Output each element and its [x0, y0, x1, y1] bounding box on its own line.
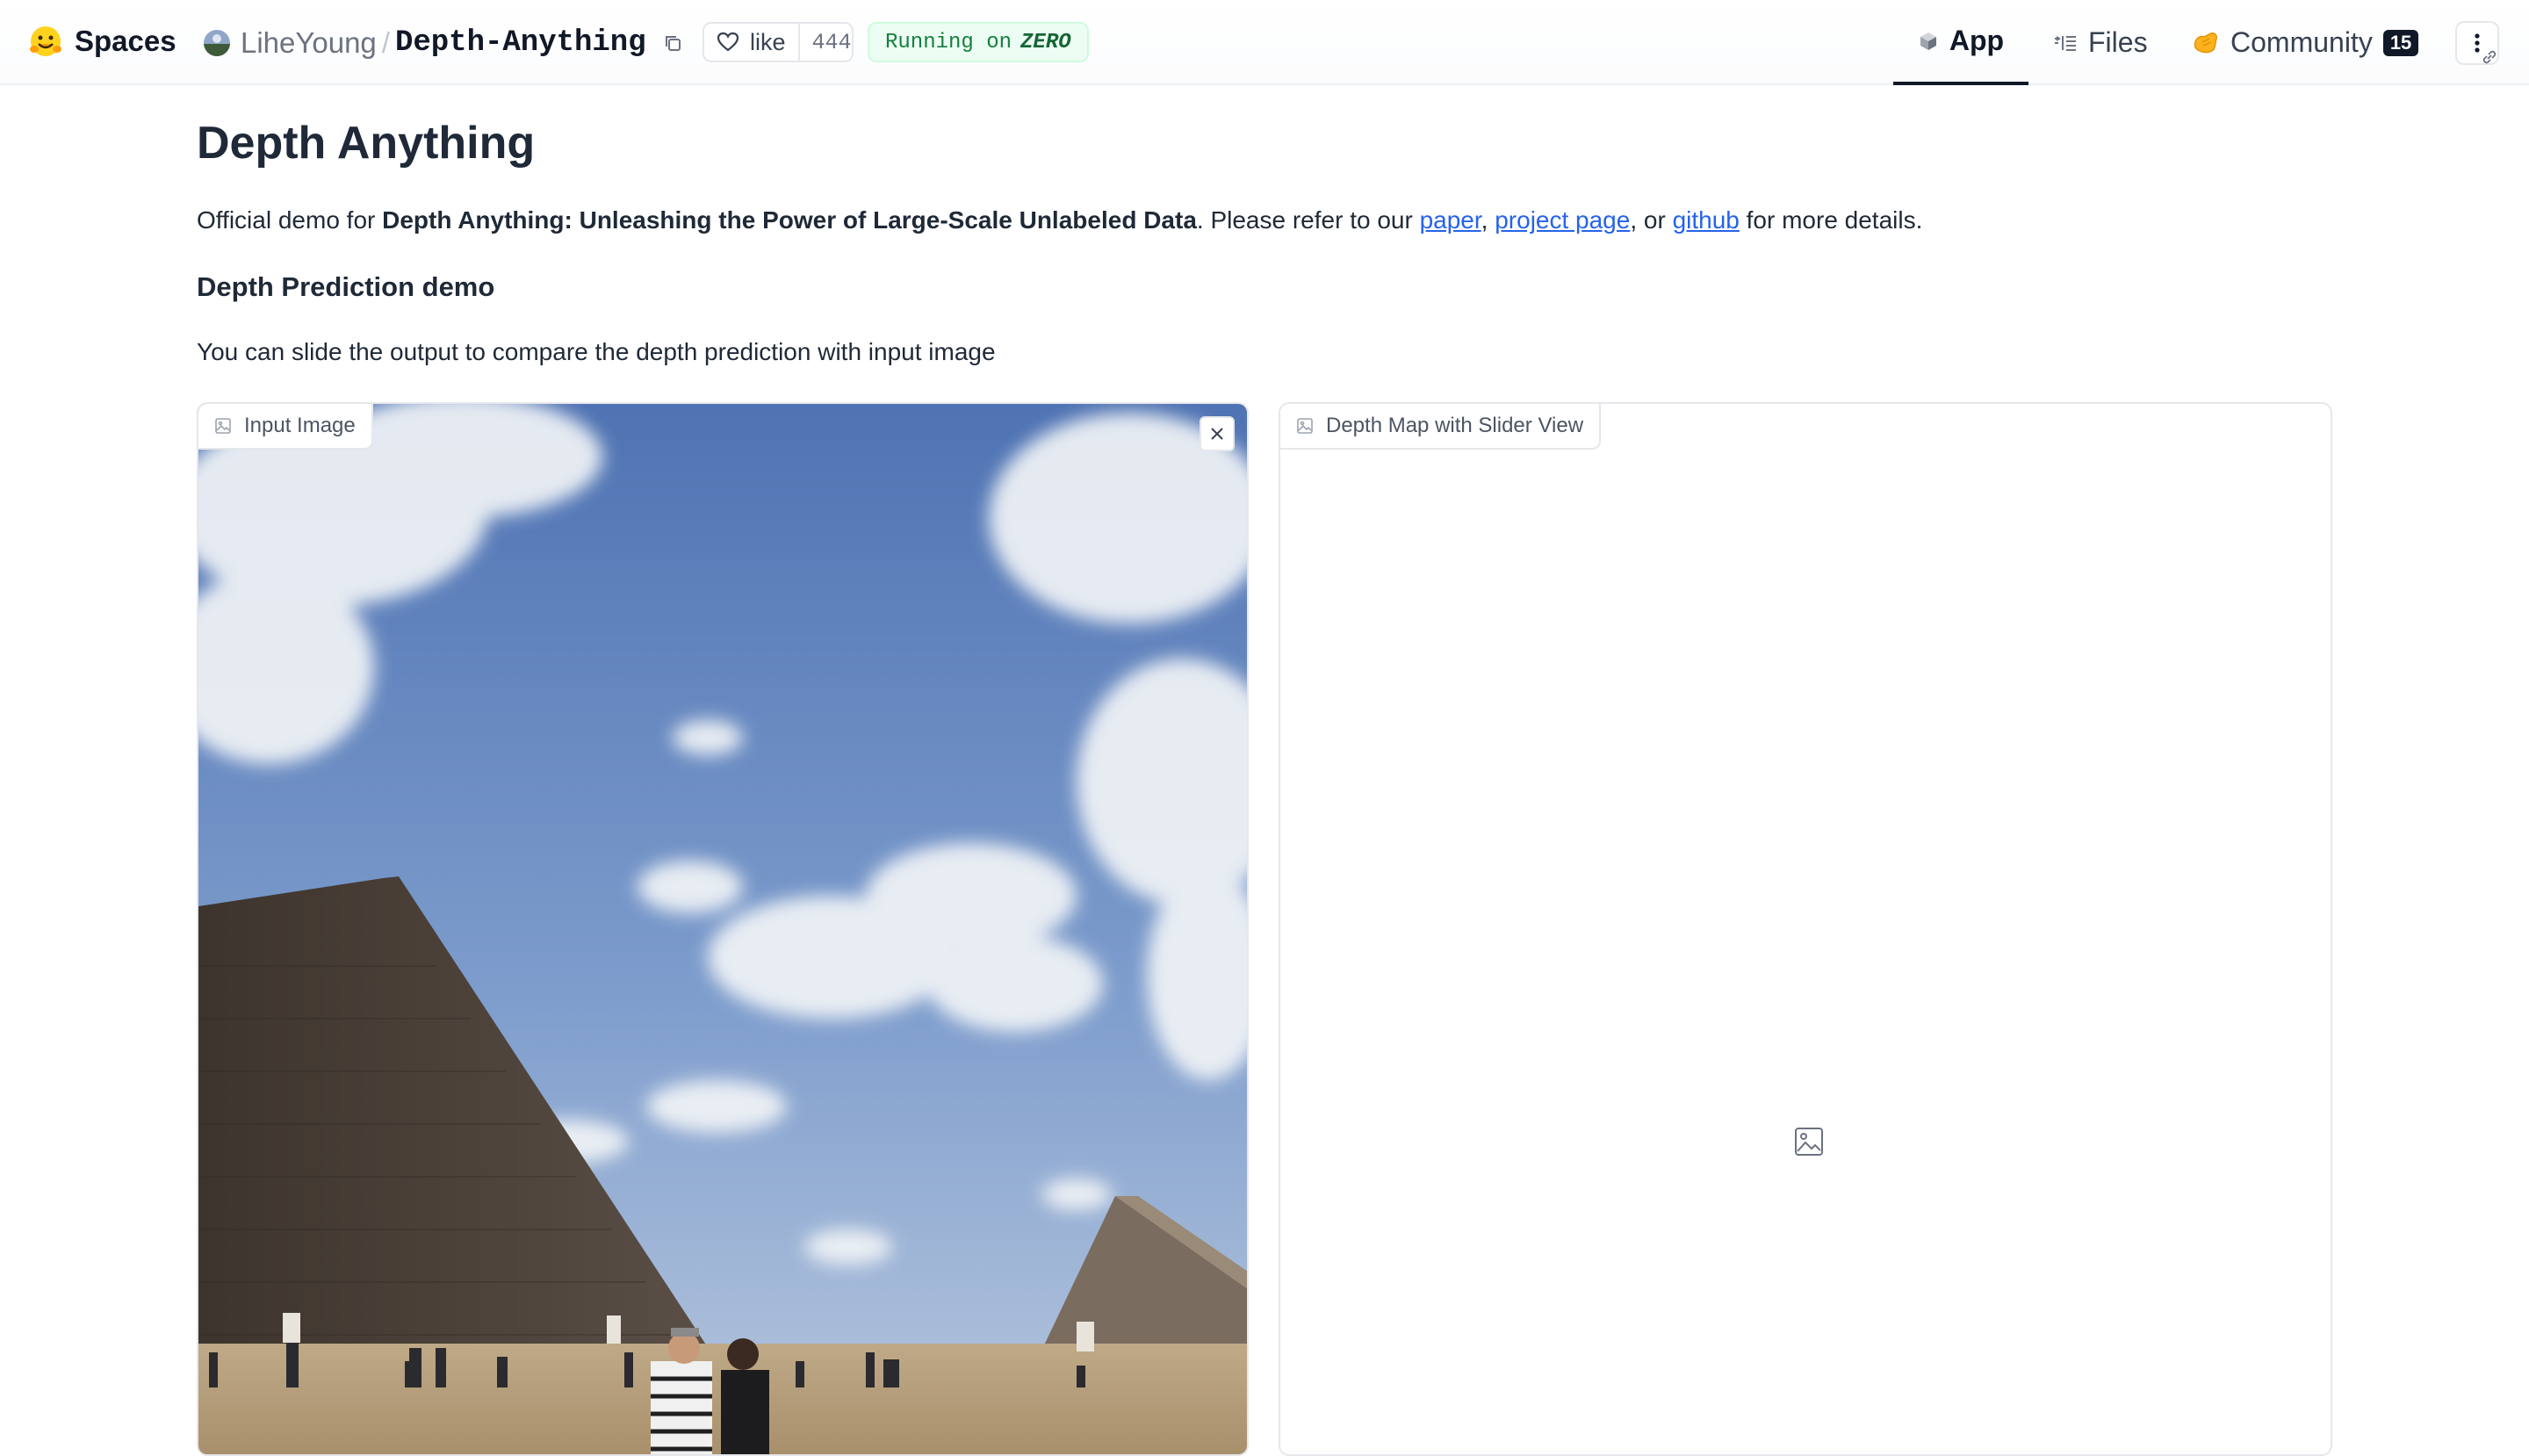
spaces-brand[interactable]: Spaces: [29, 25, 177, 58]
owner-avatar[interactable]: [204, 30, 230, 56]
like-count[interactable]: 444: [800, 30, 852, 55]
like-toggle[interactable]: like: [704, 24, 800, 61]
intro-suffix: for more details.: [1739, 206, 1923, 234]
intro-middle: . Please refer to our: [1196, 206, 1420, 234]
image-icon: [215, 418, 231, 434]
files-icon: [2055, 35, 2076, 51]
tab-community-label: Community: [2230, 26, 2373, 58]
page-title: Depth Anything: [197, 118, 536, 169]
copy-icon[interactable]: [660, 31, 685, 55]
heart-icon: [717, 32, 739, 52]
tab-app-label: App: [1949, 25, 2005, 56]
depth-map-panel[interactable]: Depth Map with Slider View: [1279, 402, 2332, 1456]
github-link[interactable]: github: [1673, 206, 1740, 234]
cube-icon: [1920, 32, 1936, 50]
spaces-label: Spaces: [75, 25, 177, 57]
runtime-status-badge[interactable]: Running on ZERO: [868, 22, 1089, 62]
slider-hint: You can slide the output to compare the …: [197, 338, 996, 365]
paper-link[interactable]: paper: [1420, 206, 1481, 234]
image-icon: [1297, 418, 1313, 434]
image-placeholder-icon: [1795, 1128, 1823, 1156]
top-header: Spaces LiheYoung / Depth-Anything like 4…: [0, 0, 2529, 85]
breadcrumb-separator: /: [381, 26, 390, 59]
link-icon: [2482, 50, 2497, 64]
section-heading: Depth Prediction demo: [197, 271, 495, 302]
paper-title: Depth Anything: Unleashing the Power of …: [382, 206, 1197, 234]
intro-sep1: ,: [1481, 206, 1495, 234]
clear-image-button[interactable]: [1200, 416, 1235, 451]
input-image-label: Input Image: [198, 404, 373, 450]
status-prefix: Running on: [885, 30, 1012, 54]
tab-community[interactable]: Community 15: [2192, 0, 2419, 85]
depth-map-label-text: Depth Map with Slider View: [1326, 414, 1584, 437]
more-options-button[interactable]: [2455, 21, 2499, 65]
intro-prefix: Official demo for: [197, 206, 383, 234]
repo-name[interactable]: Depth-Anything: [395, 26, 646, 60]
input-image-panel[interactable]: Input Image: [197, 402, 1249, 1456]
intro-text: Official demo for Depth Anything: Unleas…: [197, 206, 1922, 234]
tab-files[interactable]: Files: [2053, 0, 2148, 85]
close-icon: [1211, 428, 1223, 440]
like-button[interactable]: like 444: [702, 22, 854, 62]
status-hardware: ZERO: [1020, 30, 1071, 54]
depth-map-label: Depth Map with Slider View: [1280, 404, 1602, 450]
community-count-badge: 15: [2382, 29, 2419, 56]
input-image-label-text: Input Image: [244, 414, 356, 437]
breadcrumb: LiheYoung / Depth-Anything: [204, 21, 685, 65]
like-label: like: [750, 28, 786, 55]
community-icon: [2194, 32, 2217, 53]
tab-app[interactable]: App: [1893, 0, 2028, 85]
owner-link[interactable]: LiheYoung: [241, 26, 377, 60]
tab-files-label: Files: [2088, 26, 2148, 58]
intro-sep2: , or: [1630, 206, 1673, 234]
project-page-link[interactable]: project page: [1495, 206, 1630, 234]
uploaded-photo: [198, 404, 1247, 1454]
hugging-face-logo-icon: [30, 26, 61, 56]
